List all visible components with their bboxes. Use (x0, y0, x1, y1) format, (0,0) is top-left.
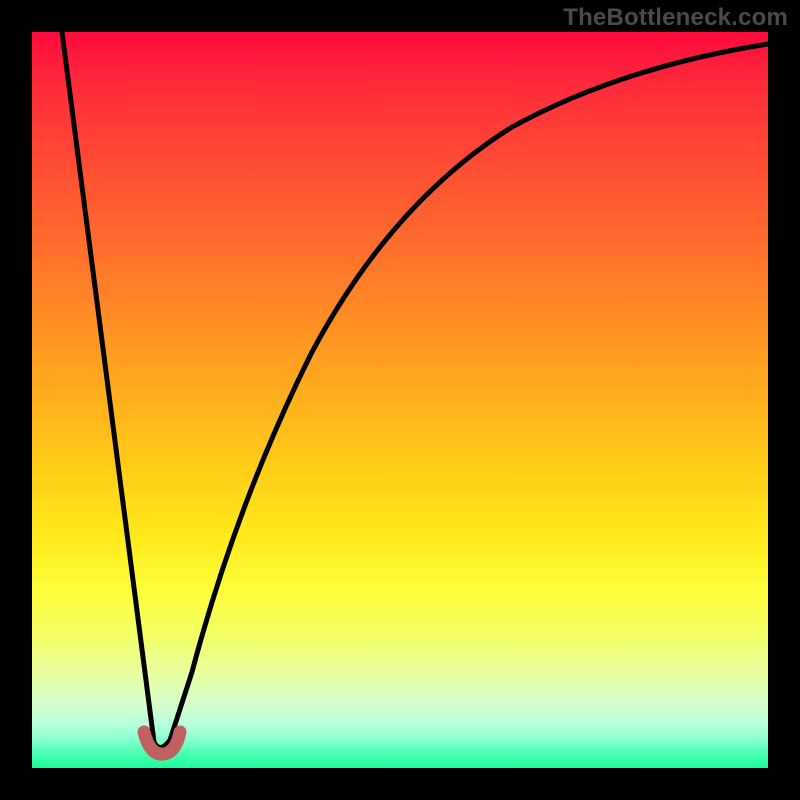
curve-tip-marker (144, 732, 180, 754)
bottleneck-curve (62, 32, 768, 748)
plot-area (32, 32, 768, 768)
watermark-text: TheBottleneck.com (563, 4, 788, 32)
curve-layer (32, 32, 768, 768)
chart-frame: TheBottleneck.com (0, 0, 800, 800)
